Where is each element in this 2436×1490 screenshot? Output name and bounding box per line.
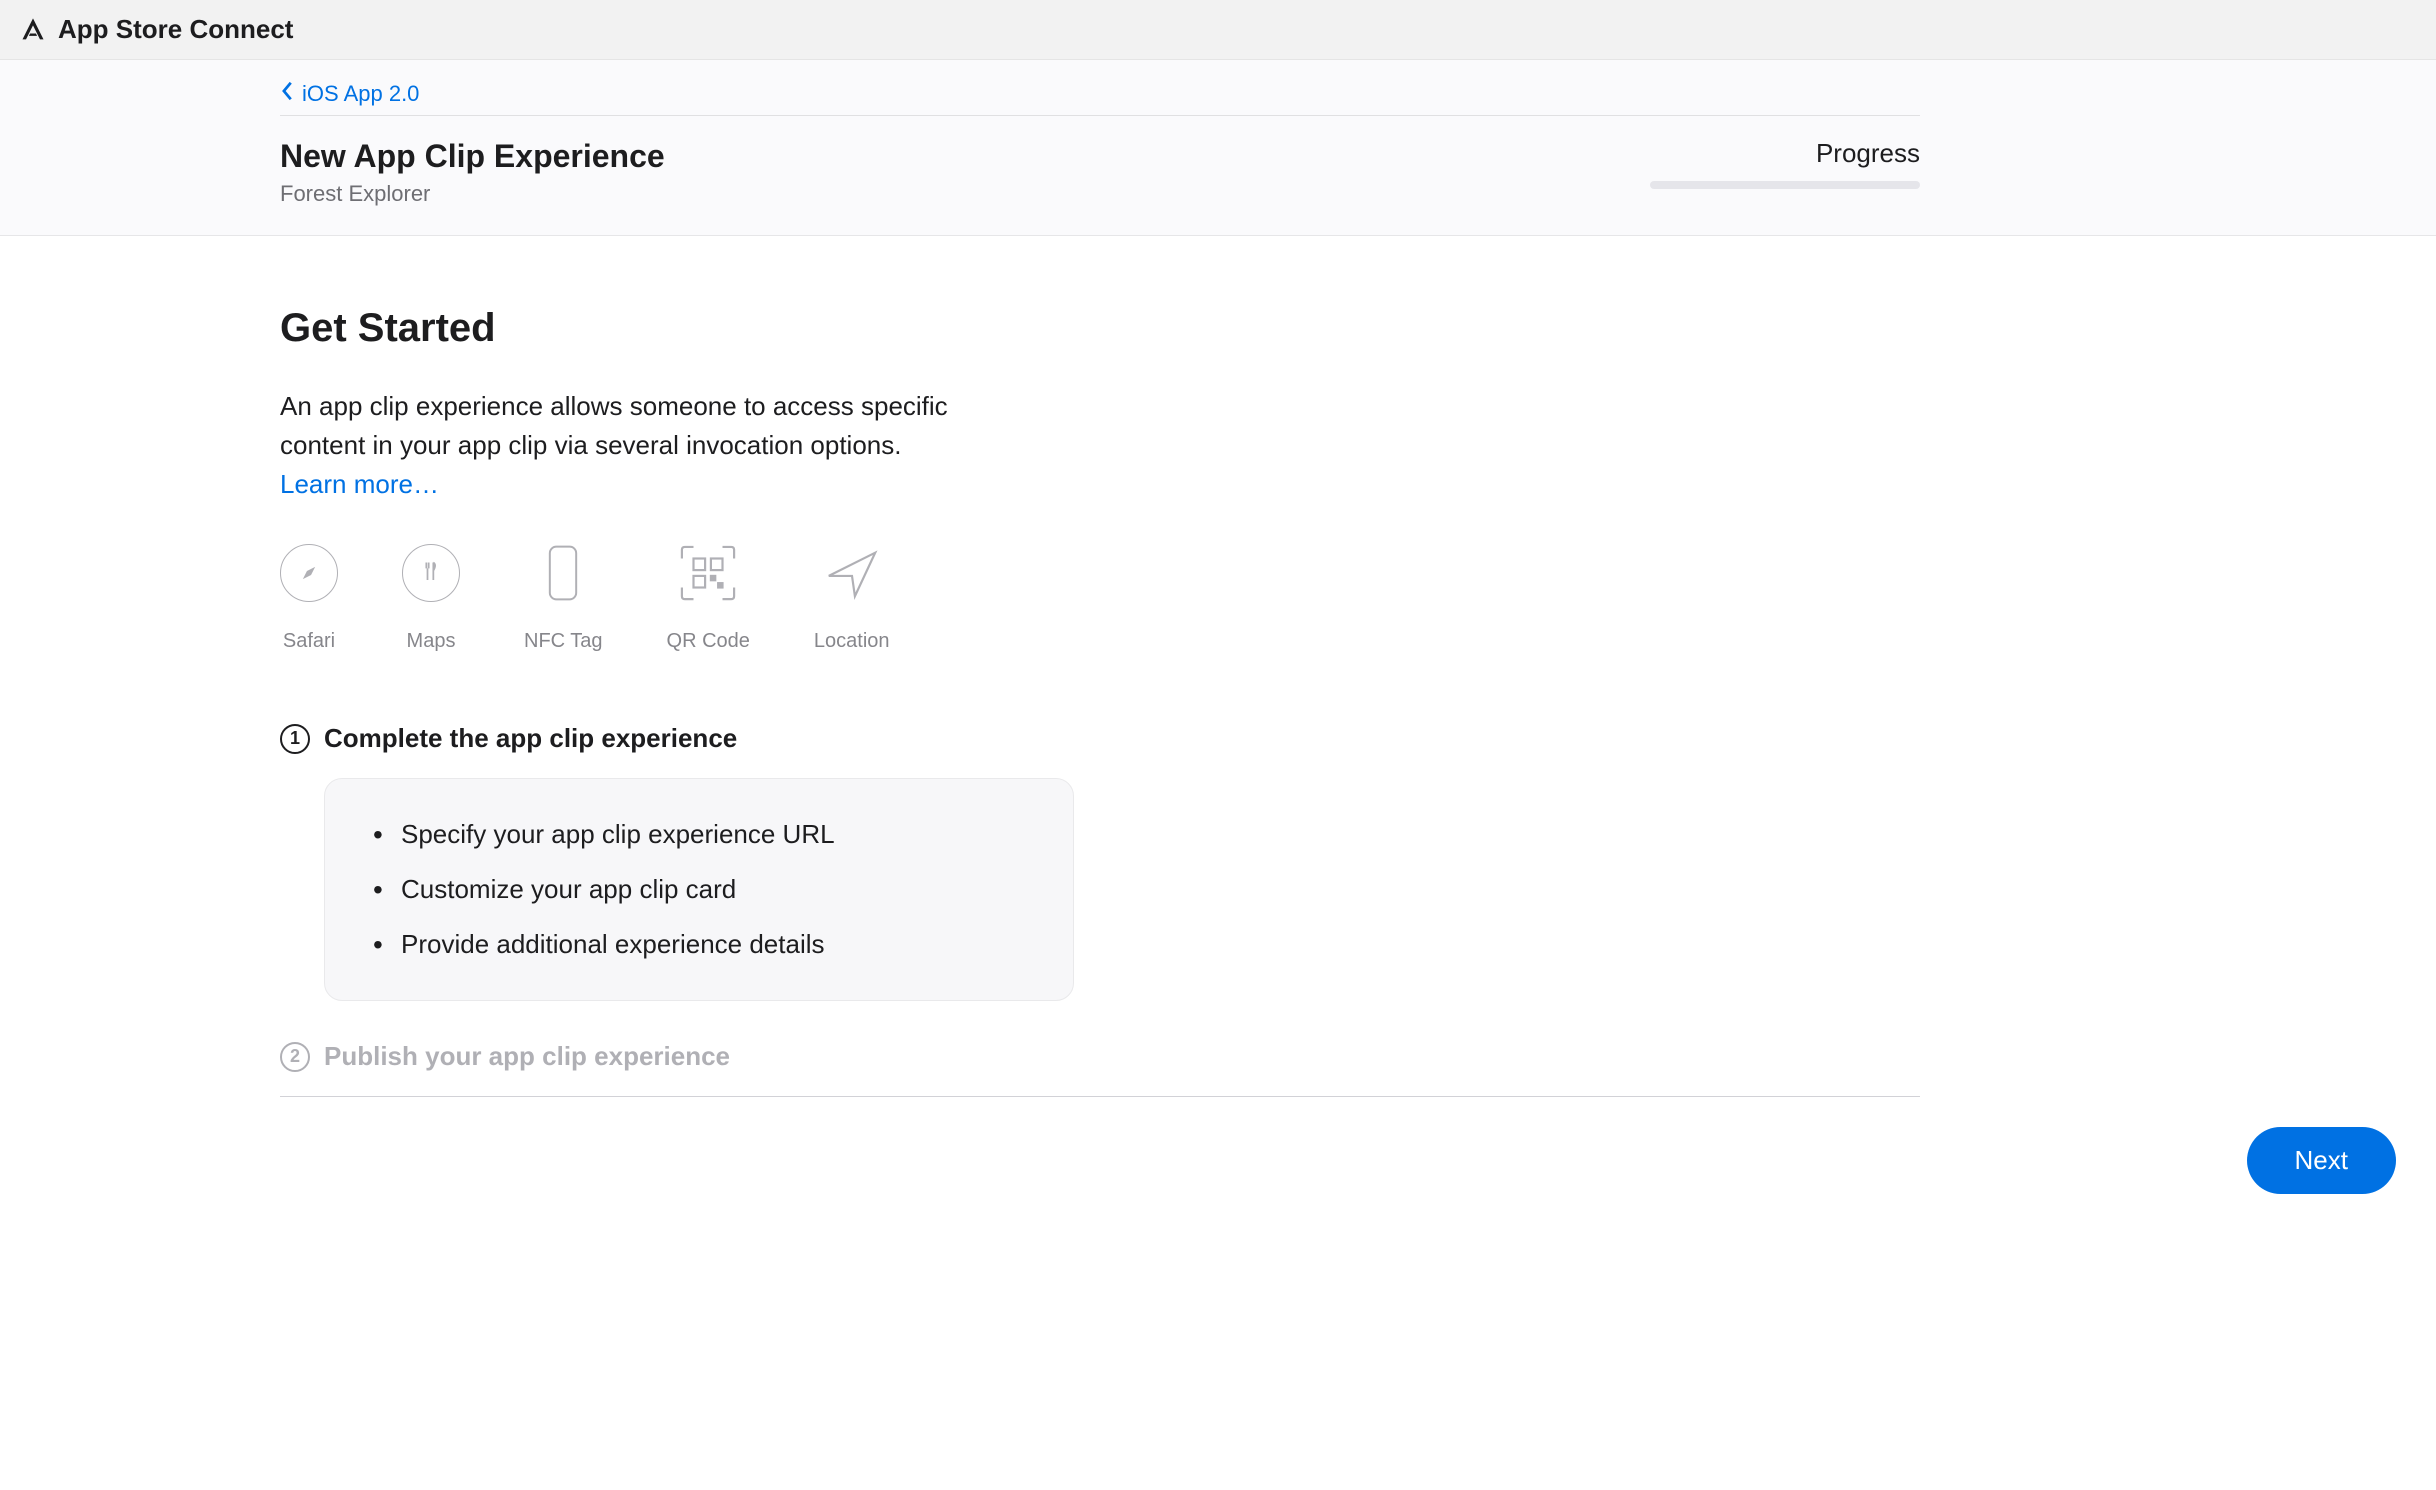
phone-icon xyxy=(534,544,592,602)
learn-more-link[interactable]: Learn more… xyxy=(280,469,439,500)
invocation-label: Safari xyxy=(280,630,338,653)
invocation-safari: Safari xyxy=(280,544,338,653)
step-1-title: Complete the app clip experience xyxy=(324,723,737,754)
page-title: New App Clip Experience xyxy=(280,138,665,175)
intro-description: An app clip experience allows someone to… xyxy=(280,387,1010,465)
invocation-location: Location xyxy=(814,544,890,653)
step-number-icon: 2 xyxy=(280,1042,310,1072)
invocation-label: Location xyxy=(814,630,890,653)
qrcode-icon xyxy=(679,544,737,602)
invocation-label: QR Code xyxy=(667,630,750,653)
step-1-details: Specify your app clip experience URL Cus… xyxy=(324,778,1074,1001)
invocation-nfc: NFC Tag xyxy=(524,544,603,653)
step-1-bullet: Customize your app clip card xyxy=(373,862,1025,917)
invocation-options: Safari Maps NFC Tag xyxy=(280,544,1920,653)
step-1-header: 1 Complete the app clip experience xyxy=(280,723,1920,754)
next-button[interactable]: Next xyxy=(2247,1127,2396,1194)
step-2-header: 2 Publish your app clip experience xyxy=(280,1041,1920,1072)
step-1-bullet: Specify your app clip experience URL xyxy=(373,807,1025,862)
page-subtitle: Forest Explorer xyxy=(280,181,665,207)
progress-label: Progress xyxy=(1650,138,1920,169)
top-bar-title: App Store Connect xyxy=(58,14,293,45)
breadcrumb: iOS App 2.0 xyxy=(280,60,1920,116)
invocation-qr: QR Code xyxy=(667,544,750,653)
section-heading: Get Started xyxy=(280,306,1920,351)
fork-knife-icon xyxy=(402,544,460,602)
step-number-icon: 1 xyxy=(280,724,310,754)
compass-icon xyxy=(280,544,338,602)
invocation-maps: Maps xyxy=(402,544,460,653)
step-2-title: Publish your app clip experience xyxy=(324,1041,730,1072)
top-bar: App Store Connect xyxy=(0,0,2436,60)
app-store-connect-logo-icon xyxy=(18,15,48,45)
invocation-label: NFC Tag xyxy=(524,630,603,653)
invocation-label: Maps xyxy=(402,630,460,653)
location-arrow-icon xyxy=(823,544,881,602)
step-1-bullet: Provide additional experience details xyxy=(373,917,1025,972)
breadcrumb-back-link[interactable]: iOS App 2.0 xyxy=(302,81,419,107)
chevron-left-icon xyxy=(280,80,296,107)
progress-bar xyxy=(1650,181,1920,189)
